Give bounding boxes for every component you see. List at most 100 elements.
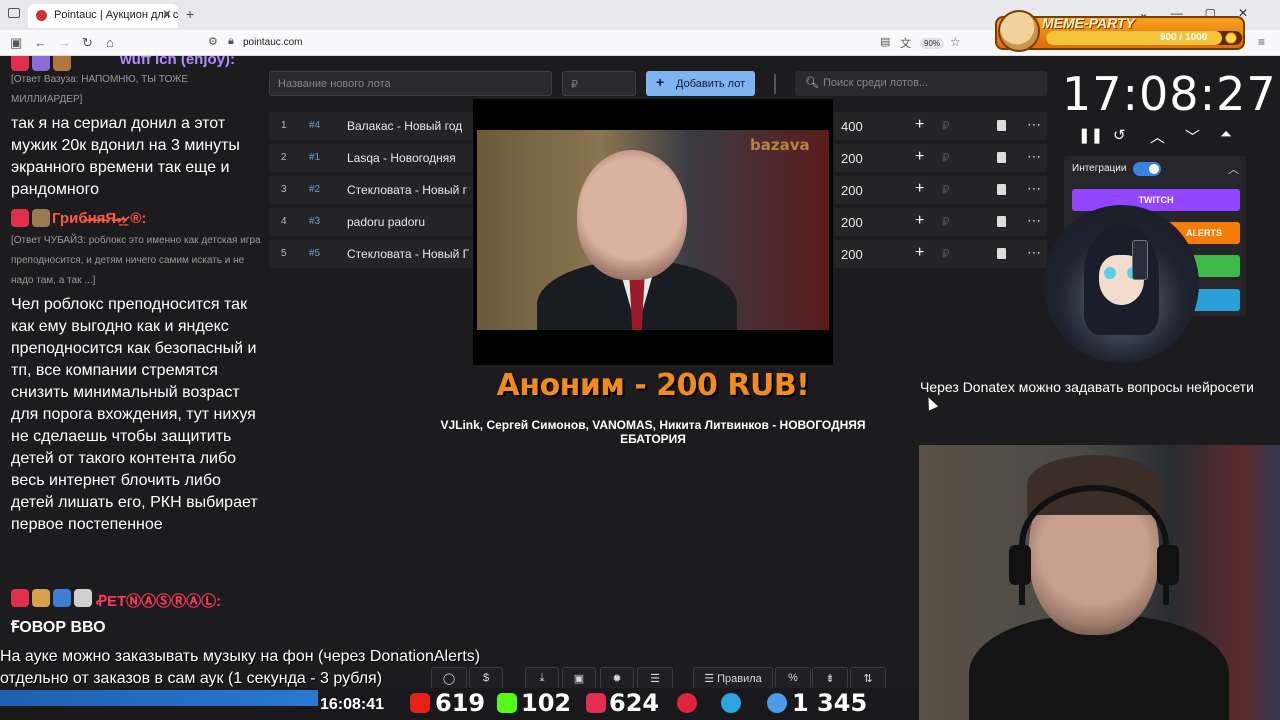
lot-id: #2 — [309, 184, 321, 195]
delete-icon[interactable] — [997, 216, 1006, 227]
browser-tab[interactable]: Pointauc | Аукцион для стримеров ✕ — [28, 4, 178, 28]
ruble-icon: ₽ — [942, 119, 950, 133]
live-badge-icon — [11, 589, 29, 607]
new-tab-icon[interactable]: + — [186, 6, 194, 22]
more-icon[interactable]: ⋯ — [1027, 148, 1042, 165]
status-bar-strip — [0, 690, 318, 706]
favicon-icon — [36, 10, 47, 21]
live-icon — [586, 693, 606, 713]
double-up-icon[interactable]: ⏶ — [1220, 126, 1232, 143]
lot-number: 4 — [281, 216, 287, 227]
kick-icon — [497, 693, 517, 713]
reset-icon[interactable]: ↺ — [1113, 126, 1126, 144]
lot-name[interactable]: Стекловата - Новый г — [347, 183, 467, 197]
lot-id: #3 — [309, 216, 321, 227]
live-badge-icon — [11, 56, 29, 71]
avatar-phone — [1132, 240, 1148, 280]
vtuber-avatar — [1044, 205, 1199, 363]
video-frame — [477, 130, 829, 330]
more-icon[interactable]: ⋯ — [1027, 180, 1042, 197]
headphones-icon — [1019, 485, 1169, 605]
download-icon[interactable]: ⤓ — [525, 667, 559, 689]
chevron-up-icon[interactable]: ︿ — [1150, 126, 1165, 147]
close-tab-icon[interactable]: ✕ — [162, 7, 172, 21]
sidebar-icon[interactable]: ▣ — [10, 35, 22, 51]
amount-input[interactable]: ₽ — [562, 71, 636, 96]
chat-username: Гриб̶н̶я̶Я̶-̷̱-̷̱ ®: — [52, 210, 147, 227]
add-amount-icon[interactable]: + — [915, 212, 924, 230]
add-amount-icon[interactable]: + — [915, 244, 924, 262]
reload-icon[interactable]: ↻ — [82, 35, 93, 51]
add-amount-icon[interactable]: + — [915, 180, 924, 198]
rules-label: Правила — [717, 673, 762, 685]
clear-list-icon[interactable]: ☰ — [637, 667, 673, 689]
bug-icon[interactable]: ✹ — [600, 667, 634, 689]
emote-badge-icon — [53, 56, 71, 71]
add-amount-icon[interactable]: + — [915, 116, 924, 134]
more-icon[interactable]: ⋯ — [1027, 212, 1042, 229]
lot-amount: 200 — [841, 215, 863, 230]
user-icon — [767, 693, 787, 713]
info-ticker: На ауке можно заказывать музыку на фон (… — [0, 646, 480, 690]
video-watermark: bazava — [750, 136, 810, 154]
chat-username: wuff ich (enjoy): — [120, 56, 235, 68]
reader-view-icon[interactable]: ▤ — [880, 35, 890, 48]
lot-number: 2 — [281, 152, 287, 163]
emote-badge-icon — [32, 56, 50, 71]
chat-reply: [Ответ ЧУБАЙЗ: роблокс это именно как де… — [11, 235, 261, 286]
lot-amount: 200 — [841, 247, 863, 262]
percent-button[interactable]: % — [775, 667, 811, 689]
menu-icon[interactable]: ≡ — [1258, 35, 1265, 49]
delete-icon[interactable] — [997, 120, 1006, 131]
more-icon[interactable]: ⋯ — [1027, 244, 1042, 261]
zoom-level[interactable]: 90% — [920, 38, 945, 49]
add-lot-label: Добавить лот — [676, 78, 746, 90]
delete-icon[interactable] — [997, 152, 1006, 163]
lot-name[interactable]: Валакас - Новый год — [347, 119, 462, 133]
lot-number: 1 — [281, 120, 287, 131]
split-icon[interactable]: ⇟ — [812, 667, 848, 689]
add-lot-button[interactable]: + Добавить лот — [646, 71, 755, 96]
coin-icon — [1225, 32, 1237, 44]
emote-badge-icon — [53, 589, 71, 607]
delete-icon[interactable] — [997, 184, 1006, 195]
pause-icon[interactable]: ❚❚ — [1078, 126, 1103, 144]
meme-party-score: 900 / 1000 — [1160, 32, 1208, 43]
lot-name[interactable]: padoru padoru — [347, 215, 425, 229]
plus-icon: + — [656, 74, 665, 90]
save-icon[interactable]: ▣ — [562, 667, 596, 689]
ruble-icon: ₽ — [942, 183, 950, 197]
address-bar[interactable]: pointauc.com — [243, 37, 302, 48]
tab-title: Pointauc | Аукцион для стримеров — [54, 9, 178, 21]
rules-icon: ☰ — [704, 673, 718, 685]
kick-viewers: 102 — [521, 689, 572, 717]
lot-search-input[interactable]: 🔍︎ Поиск среди лотов... — [795, 71, 1047, 96]
ticker-line: На ауке можно заказывать музыку на фон (… — [0, 648, 481, 665]
delete-icon[interactable] — [997, 248, 1006, 259]
lot-amount: 200 — [841, 151, 863, 166]
lot-id: #4 — [309, 120, 321, 131]
lot-id: #1 — [309, 152, 321, 163]
bookmark-star-icon[interactable]: ☆ — [950, 35, 961, 49]
stream-clock: 16:08:41 — [320, 696, 385, 713]
forward-icon[interactable]: → — [58, 35, 71, 50]
sort-icon[interactable]: ⇅ — [850, 667, 886, 689]
tab-list-icon[interactable] — [8, 8, 20, 18]
back-icon[interactable]: ← — [34, 35, 47, 50]
rules-button[interactable]: ☰ Правила — [693, 667, 773, 689]
translate-icon[interactable]: 文 — [900, 35, 911, 51]
chevron-down-icon[interactable]: ﹀ — [1185, 126, 1200, 147]
lot-number: 5 — [281, 248, 287, 259]
home-icon[interactable]: ⌂ — [106, 35, 114, 50]
live-badge-icon — [11, 209, 29, 227]
lot-name[interactable]: Lasqa - Новогодняя — [347, 151, 456, 165]
lot-name[interactable]: Стекловата - Новый Г — [347, 247, 469, 261]
site-info-icon[interactable]: ⚙ — [208, 35, 218, 48]
chevron-up-icon[interactable]: ︿ — [1228, 161, 1239, 177]
emote-badge-icon — [74, 589, 92, 607]
mouse-cursor-icon — [923, 395, 939, 411]
new-lot-input[interactable]: Название нового лота — [269, 71, 552, 96]
add-amount-icon[interactable]: + — [915, 148, 924, 166]
webcam-feed — [919, 445, 1280, 720]
more-icon[interactable]: ⋯ — [1027, 116, 1042, 133]
